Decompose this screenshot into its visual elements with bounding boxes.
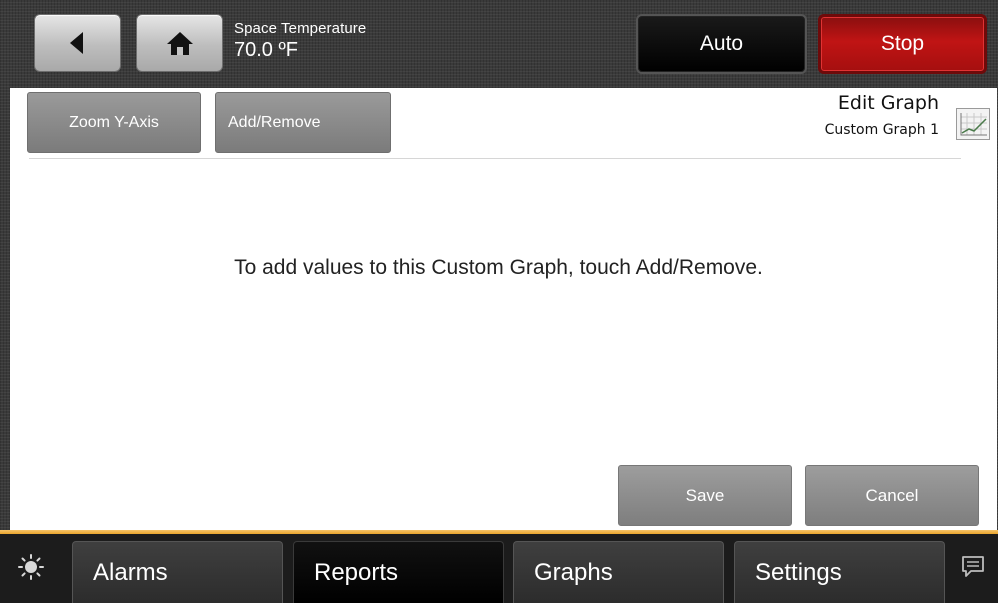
mode-button[interactable]: Auto [636,14,807,74]
chat-bubble-icon[interactable] [960,554,986,580]
stop-button[interactable]: Stop [818,14,987,74]
bottom-nav-bar: Alarms Reports Graphs Settings [0,534,998,603]
zoom-y-axis-button[interactable]: Zoom Y-Axis [27,92,201,153]
header-divider [29,158,961,159]
graph-name: Custom Graph 1 [824,122,939,138]
empty-graph-message: To add values to this Custom Graph, touc… [234,256,763,279]
save-button[interactable]: Save [618,465,792,526]
back-button[interactable] [34,14,121,72]
nav-tab-reports[interactable]: Reports [293,541,504,603]
page-title: Edit Graph [837,92,939,114]
cancel-button[interactable]: Cancel [805,465,979,526]
graph-title-block: Edit Graph Custom Graph 1 [825,92,939,138]
add-remove-button[interactable]: Add/Remove [215,92,391,153]
nav-tab-graphs[interactable]: Graphs [513,541,724,603]
back-arrow-icon [69,32,83,54]
point-reading: Space Temperature 70.0 ºF [234,20,366,62]
point-label: Space Temperature [234,20,367,37]
home-button[interactable] [136,14,223,72]
graph-edit-panel: Zoom Y-Axis Add/Remove Edit Graph Custom… [10,88,997,530]
home-icon [166,32,193,55]
nav-tab-settings[interactable]: Settings [734,541,945,603]
graph-icon[interactable] [956,108,990,140]
brightness-icon[interactable] [18,554,44,580]
nav-tab-alarms[interactable]: Alarms [72,541,283,603]
header-bar: Space Temperature 70.0 ºF Auto Stop [0,0,998,88]
point-value: 70.0 ºF [234,39,299,61]
